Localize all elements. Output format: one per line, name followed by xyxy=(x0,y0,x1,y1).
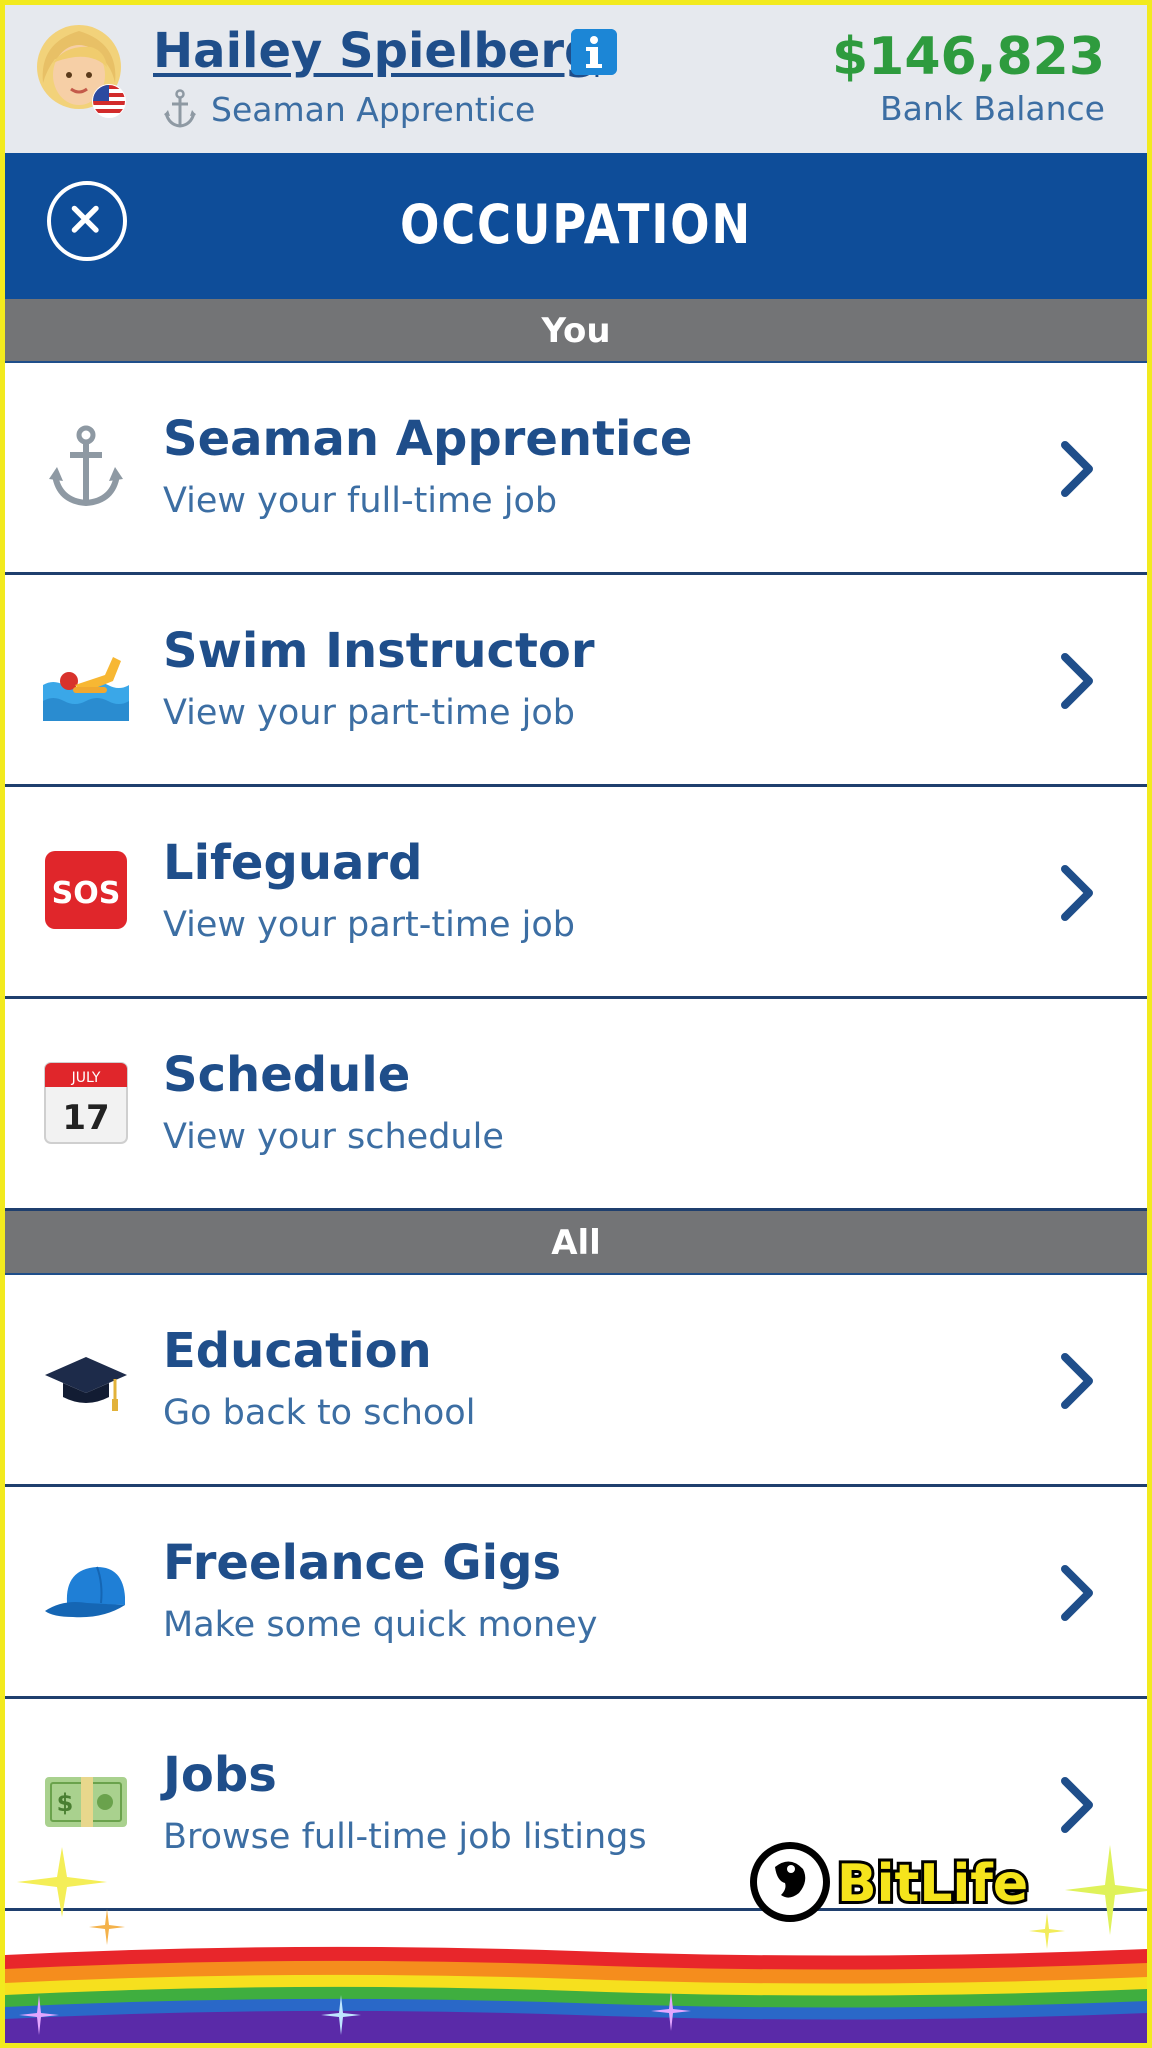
graduation-cap-icon xyxy=(45,1357,127,1411)
chevron-right-icon xyxy=(1061,865,1093,921)
page-title: OCCUPATION xyxy=(400,193,752,256)
row-title: Swim Instructor xyxy=(163,623,595,679)
sparkle-icon xyxy=(89,1909,125,1945)
bitlife-logo: BitLife xyxy=(750,1842,1031,1922)
sparkle-icon xyxy=(651,1991,691,2031)
sparkle-icon xyxy=(17,1847,107,1917)
row-education[interactable]: Education Go back to school xyxy=(5,1275,1147,1487)
row-subtitle: Go back to school xyxy=(163,1393,476,1433)
rainbow-footer xyxy=(5,1933,1147,2043)
svg-text:BitLife: BitLife xyxy=(837,1854,1028,1914)
row-seaman-apprentice[interactable]: Seaman Apprentice View your full-time jo… xyxy=(5,363,1147,575)
chevron-right-icon xyxy=(1061,653,1093,709)
sos-icon: SOS xyxy=(45,851,127,929)
calendar-day: 17 xyxy=(62,1098,109,1138)
anchor-icon xyxy=(164,89,196,128)
row-title: Freelance Gigs xyxy=(163,1535,562,1591)
row-freelance-gigs[interactable]: Freelance Gigs Make some quick money xyxy=(5,1487,1147,1699)
row-swim-instructor[interactable]: Swim Instructor View your part-time job xyxy=(5,575,1147,787)
svg-text:SOS: SOS xyxy=(52,876,121,911)
bank-balance: $146,823 xyxy=(831,27,1105,87)
sparkle-icon xyxy=(321,1995,361,2035)
player-header: Hailey Spielberg Seaman Apprentice $146,… xyxy=(5,5,1147,153)
calendar-month: JULY xyxy=(71,1070,101,1086)
sparkle-icon xyxy=(1065,1845,1147,1935)
bank-balance-label: Bank Balance xyxy=(880,89,1105,128)
svg-text:$: $ xyxy=(57,1789,74,1817)
calendar-icon: JULY 17 xyxy=(44,1062,128,1144)
row-title: Seaman Apprentice xyxy=(163,411,693,467)
chevron-right-icon xyxy=(1061,441,1093,497)
cap-icon xyxy=(45,1566,125,1618)
row-subtitle: View your part-time job xyxy=(163,693,575,733)
section-header-all: All xyxy=(5,1211,1147,1275)
chevron-right-icon xyxy=(1061,1565,1093,1621)
row-subtitle: View your schedule xyxy=(163,1117,504,1157)
row-title: Schedule xyxy=(163,1047,411,1103)
sparkle-icon xyxy=(19,1995,59,2035)
row-subtitle: View your full-time job xyxy=(163,481,558,521)
row-title: Education xyxy=(163,1323,432,1379)
avatar[interactable] xyxy=(35,23,131,119)
row-title: Jobs xyxy=(163,1747,277,1803)
row-lifeguard[interactable]: SOS Lifeguard View your part-time job xyxy=(5,787,1147,999)
section-header-you: You xyxy=(5,299,1147,363)
row-schedule[interactable]: JULY 17 Schedule View your schedule xyxy=(5,999,1147,1211)
title-bar: OCCUPATION xyxy=(5,153,1147,299)
money-icon: $ xyxy=(45,1777,127,1827)
chevron-right-icon xyxy=(1061,1777,1093,1833)
anchor-icon xyxy=(49,425,123,507)
row-subtitle: Make some quick money xyxy=(163,1605,598,1645)
player-job: Seaman Apprentice xyxy=(163,89,535,129)
row-subtitle: Browse full-time job listings xyxy=(163,1817,647,1857)
app-frame: Hailey Spielberg Seaman Apprentice $146,… xyxy=(0,0,1152,2048)
chevron-right-icon xyxy=(1061,1353,1093,1409)
row-title: Lifeguard xyxy=(163,835,423,891)
player-job-label: Seaman Apprentice xyxy=(211,89,536,129)
info-icon[interactable] xyxy=(571,29,617,75)
player-name[interactable]: Hailey Spielberg xyxy=(153,23,598,79)
swimmer-icon xyxy=(43,657,129,721)
row-subtitle: View your part-time job xyxy=(163,905,575,945)
